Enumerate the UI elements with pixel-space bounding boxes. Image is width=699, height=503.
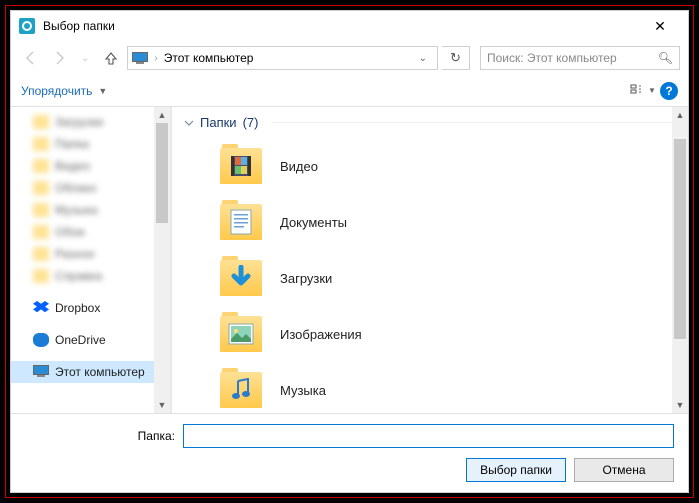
folder-name-input[interactable] bbox=[183, 424, 674, 448]
search-icon: 🔍︎ bbox=[658, 51, 673, 65]
chevron-right-icon: › bbox=[154, 53, 157, 64]
folder-item-label: Музыка bbox=[280, 383, 326, 398]
nav-item-pc[interactable]: Этот компьютер bbox=[11, 361, 170, 383]
folder-item-label: Изображения bbox=[280, 327, 362, 342]
folder-icon bbox=[33, 269, 49, 283]
onedrive-icon bbox=[33, 333, 49, 347]
nav-item-blurred[interactable]: Облако bbox=[11, 177, 170, 199]
view-options-button[interactable]: ▼ bbox=[630, 80, 656, 102]
folder-item[interactable]: Изображения bbox=[220, 306, 688, 362]
nav-item-onedrive[interactable]: OneDrive bbox=[11, 329, 170, 351]
folder-item[interactable]: Музыка bbox=[220, 362, 688, 413]
scroll-up-icon[interactable]: ▲ bbox=[154, 107, 170, 123]
folder-icon-downloads bbox=[220, 260, 262, 296]
nav-item-label: Справка bbox=[55, 269, 102, 283]
chevron-down-icon: ▼ bbox=[98, 86, 107, 96]
group-header-folders[interactable]: Папки (7) bbox=[172, 107, 688, 138]
folder-icon bbox=[33, 181, 49, 195]
folder-icon bbox=[33, 115, 49, 129]
folder-icon-pictures bbox=[220, 316, 262, 352]
organize-label: Упорядочить bbox=[21, 84, 92, 98]
app-icon bbox=[19, 18, 35, 34]
toolbar: Упорядочить ▼ ▼ ? bbox=[11, 75, 688, 107]
scroll-down-icon[interactable]: ▼ bbox=[154, 397, 170, 413]
nav-item-label: Разное bbox=[55, 247, 95, 261]
folder-icon bbox=[33, 247, 49, 261]
content-scrollbar[interactable]: ▲ ▼ bbox=[672, 107, 688, 413]
up-button[interactable] bbox=[99, 46, 123, 70]
address-bar[interactable]: › Этот компьютер ⌄ bbox=[127, 46, 438, 70]
search-placeholder: Поиск: Этот компьютер bbox=[487, 51, 617, 65]
nav-item-label: OneDrive bbox=[55, 333, 106, 347]
this-pc-icon bbox=[132, 52, 148, 64]
nav-item-blurred[interactable]: Обои bbox=[11, 221, 170, 243]
close-icon: ✕ bbox=[654, 18, 666, 35]
folder-icon-video bbox=[220, 148, 262, 184]
nav-item-blurred[interactable]: Загрузки bbox=[11, 111, 170, 133]
dialog-footer: Папка: Выбор папки Отмена bbox=[11, 413, 688, 492]
group-count: (7) bbox=[243, 115, 259, 130]
window-title: Выбор папки bbox=[43, 19, 640, 33]
select-folder-button[interactable]: Выбор папки bbox=[466, 458, 566, 482]
dropbox-icon bbox=[33, 301, 49, 315]
nav-item-label: Видео bbox=[55, 159, 90, 173]
folder-input-label: Папка: bbox=[25, 429, 175, 443]
folder-item-label: Документы bbox=[280, 215, 347, 230]
close-button[interactable]: ✕ bbox=[640, 11, 680, 41]
help-button[interactable]: ? bbox=[660, 82, 678, 100]
nav-item-label: Загрузки bbox=[55, 115, 103, 129]
forward-button[interactable] bbox=[47, 46, 71, 70]
folder-item-label: Загрузки bbox=[280, 271, 332, 286]
nav-item-label: Этот компьютер bbox=[55, 365, 145, 379]
folder-item-label: Видео bbox=[280, 159, 318, 174]
nav-item-label: Музыка bbox=[55, 203, 97, 217]
nav-item-label: Папка bbox=[55, 137, 89, 151]
folder-item[interactable]: Документы bbox=[220, 194, 688, 250]
cancel-button[interactable]: Отмена bbox=[574, 458, 674, 482]
nav-scrollbar[interactable]: ▲ ▼ bbox=[154, 107, 170, 413]
folder-picker-dialog: Выбор папки ✕ ⌄ › Этот компьютер ⌄ ↻ Пои… bbox=[10, 10, 689, 493]
nav-item-label: Облако bbox=[55, 181, 96, 195]
select-button-label: Выбор папки bbox=[480, 463, 552, 477]
folder-icon bbox=[33, 137, 49, 151]
nav-item-blurred[interactable]: Справка bbox=[11, 265, 170, 287]
search-box[interactable]: Поиск: Этот компьютер 🔍︎ bbox=[480, 46, 680, 70]
back-button[interactable] bbox=[19, 46, 43, 70]
folder-icon bbox=[33, 159, 49, 173]
refresh-button[interactable]: ↻ bbox=[442, 46, 470, 70]
folder-item[interactable]: Загрузки bbox=[220, 250, 688, 306]
organize-menu[interactable]: Упорядочить ▼ bbox=[21, 84, 107, 98]
navigation-bar: ⌄ › Этот компьютер ⌄ ↻ Поиск: Этот компь… bbox=[11, 41, 688, 75]
navigation-pane: Загрузки Папка Видео Облако Музыка Обои Разное… bbox=[11, 107, 171, 413]
scrollbar-thumb[interactable] bbox=[674, 139, 686, 339]
titlebar: Выбор папки ✕ bbox=[11, 11, 688, 41]
address-dropdown-icon[interactable]: ⌄ bbox=[413, 53, 433, 64]
folder-item[interactable]: Видео bbox=[220, 138, 688, 194]
group-label: Папки bbox=[200, 115, 237, 130]
scroll-up-icon[interactable]: ▲ bbox=[672, 107, 688, 123]
nav-item-label: Обои bbox=[55, 225, 85, 239]
nav-item-blurred[interactable]: Видео bbox=[11, 155, 170, 177]
scrollbar-thumb[interactable] bbox=[156, 123, 168, 223]
nav-item-label: Dropbox bbox=[55, 301, 100, 315]
this-pc-icon bbox=[33, 365, 49, 379]
folder-icon bbox=[33, 203, 49, 217]
nav-item-blurred[interactable]: Папка bbox=[11, 133, 170, 155]
scroll-down-icon[interactable]: ▼ bbox=[672, 397, 688, 413]
cancel-button-label: Отмена bbox=[602, 463, 645, 477]
address-segment[interactable]: Этот компьютер bbox=[164, 51, 254, 65]
folder-icon bbox=[33, 225, 49, 239]
nav-item-blurred[interactable]: Разное bbox=[11, 243, 170, 265]
nav-item-blurred[interactable]: Музыка bbox=[11, 199, 170, 221]
nav-item-dropbox[interactable]: Dropbox bbox=[11, 297, 170, 319]
content-pane: Папки (7) Видео Документы Загрузки Изображе… bbox=[171, 107, 688, 413]
folder-icon-music bbox=[220, 372, 262, 408]
folder-icon-docs bbox=[220, 204, 262, 240]
recent-locations-dropdown[interactable]: ⌄ bbox=[75, 53, 95, 64]
